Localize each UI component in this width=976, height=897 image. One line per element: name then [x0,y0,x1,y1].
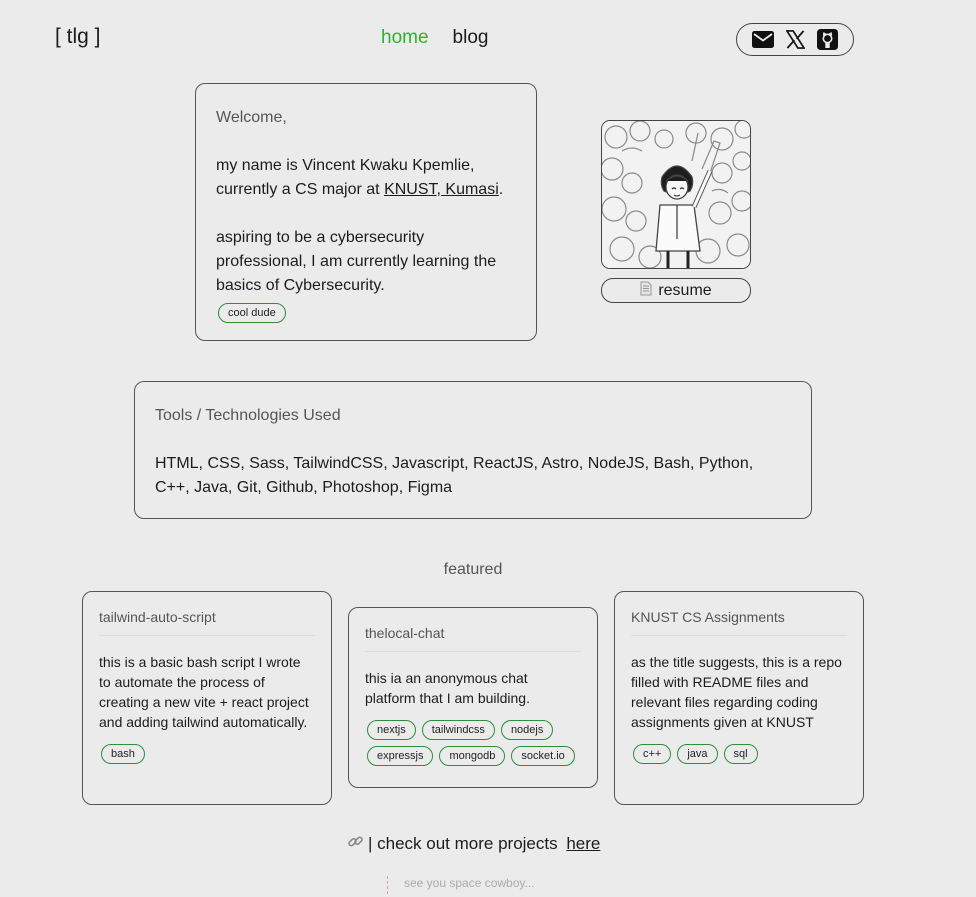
link-icon [347,833,364,855]
more-projects: | check out more projects here [347,833,600,855]
document-icon [640,281,652,301]
project-tag: nodejs [500,720,554,740]
project-description: as the title suggests, this is a repo fi… [631,654,842,730]
social-links [736,23,854,56]
project-tag: socket.io [511,746,575,766]
school-link[interactable]: KNUST, Kumasi [384,181,499,198]
project-tag: java [677,744,718,764]
project-tag: bash [101,744,145,764]
project-tag: c++ [633,744,672,764]
intro-line-2: aspiring to be a cybersecurity professio… [216,229,497,294]
nav-blog-link[interactable]: blog [453,27,489,49]
project-title: KNUST CS Assignments [631,609,847,636]
project-tag: expressjs [367,746,434,766]
project-description: this is a basic bash script I wrote to a… [99,654,309,730]
project-card[interactable]: KNUST CS Assignments as the title sugges… [614,591,864,805]
project-card[interactable]: tailwind-auto-script this is a basic bas… [82,591,332,805]
project-tag: nextjs [367,720,416,740]
intro-tag: cool dude [218,303,286,323]
mail-icon[interactable] [751,28,775,52]
project-title: thelocal-chat [365,625,581,652]
resume-button[interactable]: resume [601,278,751,303]
intro-line-1: my name is Vincent Kwaku Kpemlie, curren… [216,154,516,202]
project-tags: bash [99,744,315,764]
project-card[interactable]: thelocal-chat this ia an anonymous chat … [348,607,598,788]
more-projects-text: | check out more projects [368,834,563,853]
featured-heading: featured [443,561,503,578]
tools-list: HTML, CSS, Sass, TailwindCSS, Javascript… [155,455,754,496]
tools-title: Tools / Technologies Used [155,407,341,424]
x-icon[interactable] [783,28,807,52]
more-projects-link[interactable]: here [566,834,600,854]
profile-avatar [601,120,751,269]
nav-home-link[interactable]: home [381,27,429,49]
project-tags: nextjs tailwindcss nodejs expressjs mong… [365,720,581,766]
project-title: tailwind-auto-script [99,609,315,636]
intro-line-1-end: . [498,181,504,198]
site-logo[interactable]: [ tlg ] [55,25,101,49]
project-tag: sql [723,744,758,764]
tools-card: Tools / Technologies Used HTML, CSS, Sas… [134,381,812,519]
footer-text: see you space cowboy... [387,876,535,894]
main-nav: home blog [381,27,488,49]
project-tag: tailwindcss [421,720,495,740]
greeting-text: Welcome, [216,109,287,126]
project-description: this ia an anonymous chat platform that … [365,670,530,706]
resume-label: resume [658,281,712,299]
intro-card: Welcome, my name is Vincent Kwaku Kpemli… [195,83,537,341]
project-tag: mongodb [439,746,506,766]
github-icon[interactable] [815,28,839,52]
project-tags: c++ java sql [631,744,847,764]
